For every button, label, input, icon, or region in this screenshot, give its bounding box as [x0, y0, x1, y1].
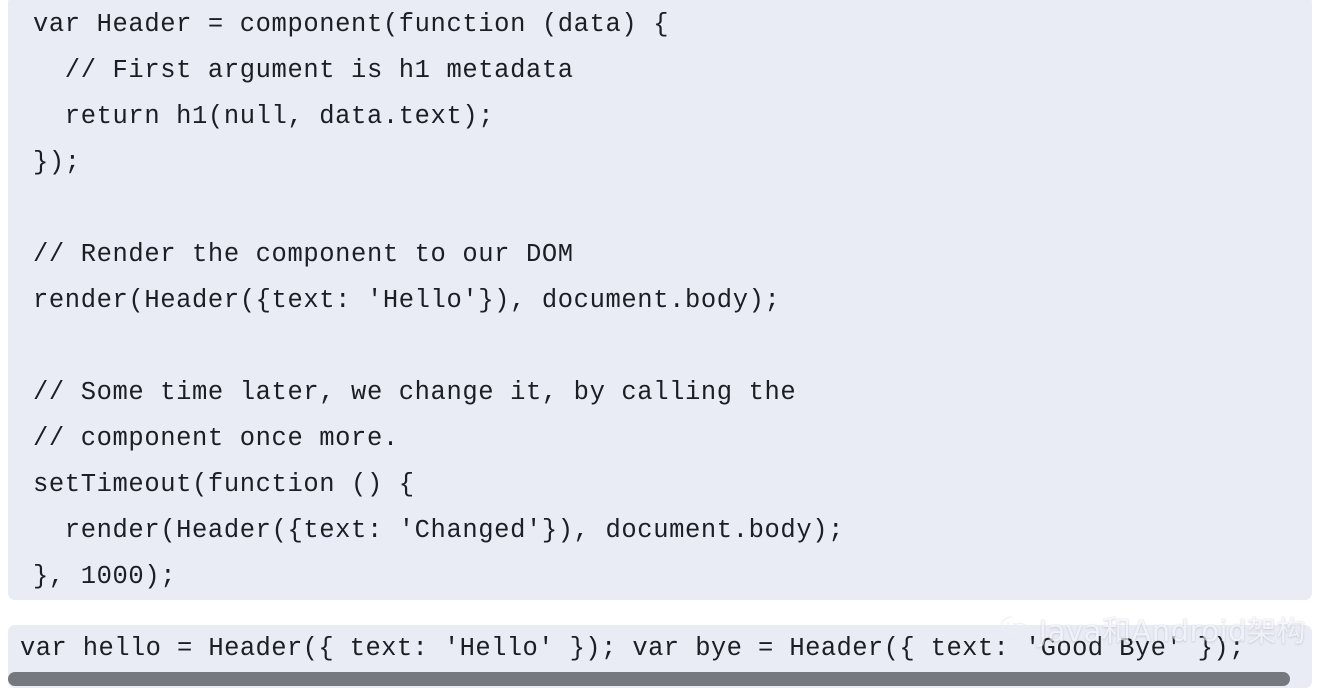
code-line: return h1(null, data.text); [33, 102, 495, 131]
horizontal-scrollbar-track[interactable] [8, 671, 1312, 688]
code-line: render(Header({text: 'Hello'}), document… [33, 286, 781, 315]
code-line: }); [33, 148, 81, 177]
code-line: setTimeout(function () { [33, 470, 415, 499]
code-line-list: var Header = component(function (data) {… [8, 0, 844, 600]
code-line: // Some time later, we change it, by cal… [33, 378, 797, 407]
code-line: }, 1000); [33, 562, 177, 591]
primary-code-block: var Header = component(function (data) {… [8, 0, 1312, 600]
code-line: // component once more. [33, 424, 399, 453]
code-line: // First argument is h1 metadata [33, 56, 574, 85]
code-line: var hello = Header({ text: 'Hello' }); v… [20, 634, 1245, 663]
horizontal-scrollbar-thumb[interactable] [8, 672, 1290, 686]
code-line: // Render the component to our DOM [33, 240, 574, 269]
code-line: render(Header({text: 'Changed'}), docume… [33, 516, 845, 545]
secondary-code-block: var hello = Header({ text: 'Hello' }); v… [8, 625, 1312, 688]
code-line: var Header = component(function (data) { [33, 10, 670, 39]
